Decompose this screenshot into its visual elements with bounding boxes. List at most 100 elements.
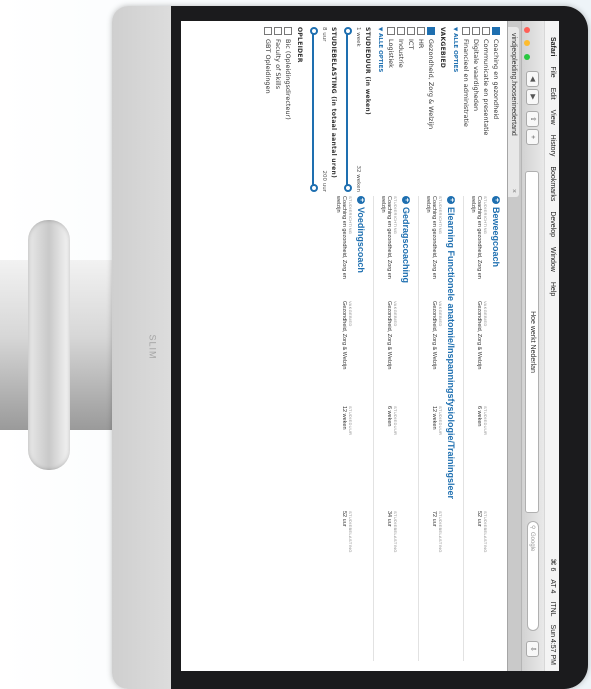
filter-checkbox[interactable]: Gezondheid, Zorg & Welzijn — [426, 27, 436, 192]
more-options-link[interactable]: ▼ ALLE OPTIES — [452, 27, 458, 192]
filter-checkbox[interactable]: Digitale vaardigheden — [471, 27, 481, 192]
divider — [373, 196, 374, 661]
menu-view[interactable]: View — [545, 110, 559, 125]
checkbox[interactable] — [387, 27, 395, 35]
checkbox[interactable] — [462, 27, 470, 35]
checkbox-checked[interactable] — [492, 27, 500, 35]
menu-file[interactable]: File — [545, 66, 559, 77]
add-button[interactable]: + — [526, 129, 539, 145]
filter-label: Faculty of Skills — [274, 39, 282, 90]
course-title[interactable]: Beweegcoach — [491, 207, 501, 267]
studiebelasting-slider[interactable]: 8 uur 200 uur — [309, 27, 327, 192]
detail-value: 6 weken — [386, 406, 392, 427]
filter-checkbox[interactable]: GBT Opleidingen — [263, 27, 273, 192]
course-title-link[interactable]: + Elearning Functionele anatomie/Inspanni… — [446, 196, 456, 661]
course-title-link[interactable]: + Gedragscoaching — [401, 196, 411, 661]
close-window-button[interactable] — [524, 27, 530, 33]
detail-value: Gezondheid, Zorg & Welzijn — [431, 301, 437, 370]
detail-value: 6 weken — [476, 406, 482, 427]
back-button[interactable]: ◀ — [526, 71, 539, 87]
status-item-1[interactable]: ⌘ 6 — [545, 559, 559, 572]
filter-checkbox[interactable]: Logistiek — [386, 27, 396, 192]
menu-app-name[interactable]: Safari — [545, 37, 559, 56]
filter-checkbox[interactable]: ICT — [406, 27, 416, 192]
search-input[interactable]: ⚲ Google — [527, 521, 539, 631]
forward-button[interactable]: ▶ — [526, 89, 539, 105]
detail-label: STUDIEDUUR — [393, 406, 398, 436]
menu-history[interactable]: History — [545, 135, 559, 157]
menu-develop[interactable]: Develop — [545, 211, 559, 237]
slider-max-handle[interactable] — [344, 184, 352, 192]
clock[interactable]: Sun 4:57 PM — [545, 625, 559, 665]
filter-label: Coaching en gezondheid — [492, 39, 500, 120]
checkbox[interactable] — [417, 27, 425, 35]
detail-label: VAKGEBIED — [348, 301, 353, 327]
status-item-2[interactable]: AT 4 — [545, 579, 559, 593]
filter-checkbox[interactable]: Communicatie en presentatie — [481, 27, 491, 192]
filter-checkbox[interactable]: Faculty of Skills — [273, 27, 283, 192]
filter-checkbox[interactable]: Coaching en gezondheid — [491, 27, 501, 192]
downloads-button[interactable]: ⇩ — [526, 641, 539, 657]
detail-studierichting: STUDIERICHTING Coaching en gezondheid, Zo… — [425, 196, 443, 301]
slider-track[interactable] — [312, 31, 314, 188]
detail-value: 12 weken — [431, 406, 437, 430]
detail-label: STUDIEBELASTING — [483, 511, 488, 553]
checkbox[interactable] — [472, 27, 480, 35]
studieduur-slider[interactable]: 1 week 32 weken — [343, 27, 361, 192]
filter-label: Communicatie en presentatie — [482, 39, 490, 136]
filter-checkbox[interactable]: Bic (Opleidingsdirecteur) — [283, 27, 293, 192]
filter-checkbox[interactable]: HR — [416, 27, 426, 192]
menu-edit[interactable]: Edit — [545, 88, 559, 100]
course-title-link[interactable]: + Beweegcoach — [491, 196, 501, 661]
checkbox[interactable] — [397, 27, 405, 35]
menu-help[interactable]: Help — [545, 282, 559, 296]
filter-checkbox[interactable]: Industrie — [396, 27, 406, 192]
course-title[interactable]: Elearning Functionele anatomie/Inspannin… — [446, 207, 456, 499]
monitor-brand-label: SLIM — [147, 334, 158, 360]
course-title[interactable]: Gedragscoaching — [401, 207, 411, 283]
menu-bookmarks[interactable]: Bookmarks — [545, 166, 559, 201]
plus-icon[interactable]: + — [357, 196, 365, 204]
filter-label: Industrie — [397, 39, 405, 68]
course-details: STUDIERICHTING Coaching en gezondheid, Zo… — [425, 196, 443, 661]
zoom-window-button[interactable] — [524, 53, 530, 60]
address-bar[interactable]: Hoe werkt Nederlan — [525, 171, 539, 513]
checkbox-checked[interactable] — [427, 27, 435, 35]
plus-icon[interactable]: + — [447, 196, 455, 204]
checkbox[interactable] — [274, 27, 282, 35]
share-button[interactable]: ⇧ — [526, 111, 539, 127]
checkbox[interactable] — [482, 27, 490, 35]
checkbox[interactable] — [407, 27, 415, 35]
detail-studiebelasting: STUDIEBELASTING 34 uur — [380, 511, 398, 616]
detail-label: VAKGEBIED — [438, 301, 443, 327]
status-item-3[interactable]: ITNL — [545, 601, 559, 616]
filter-sidebar: Coaching en gezondheid Communicatie en p… — [181, 27, 507, 192]
detail-value: Coaching en gezondheid, Zorg en welzijn — [425, 196, 437, 279]
menu-window[interactable]: Window — [545, 247, 559, 272]
course-title[interactable]: Voedingscoach — [356, 207, 366, 273]
slider-max-handle[interactable] — [310, 184, 318, 192]
more-options-link[interactable]: ▼ ALLE OPTIES — [377, 27, 383, 192]
filter-label: ICT — [407, 39, 415, 50]
more-options-label: ALLE OPTIES — [452, 33, 458, 73]
plus-icon[interactable]: + — [492, 196, 500, 204]
browser-toolbar: ◀ ▶ ⇧ + Hoe werkt Nederlan ⚲ Google ⇩ — [521, 21, 544, 671]
detail-value: 52 uur — [476, 511, 482, 527]
plus-icon[interactable]: + — [402, 196, 410, 204]
filter-checkbox[interactable]: Financieel en administratie — [461, 27, 471, 192]
detail-studierichting: STUDIERICHTING Coaching en gezondheid, Zo… — [380, 196, 398, 301]
tab-active[interactable]: vindjeopleiding.hooserinedertand × — [508, 27, 519, 197]
course-title-link[interactable]: + Voedingscoach — [356, 196, 366, 661]
close-tab-icon[interactable]: × — [508, 189, 519, 193]
more-options-label: ALLE OPTIES — [377, 33, 383, 73]
slider-min-handle[interactable] — [310, 27, 318, 35]
detail-studieduur: STUDIEDUUR 6 weken — [380, 406, 398, 511]
detail-value: Coaching en gezondheid, Zorg en welzijn — [335, 196, 347, 279]
slider-track[interactable] — [346, 31, 348, 188]
checkbox[interactable] — [264, 27, 272, 35]
minimize-window-button[interactable] — [524, 40, 530, 47]
checkbox[interactable] — [284, 27, 292, 35]
web-page: Coaching en gezondheid Communicatie en p… — [181, 21, 507, 671]
slider-min-handle[interactable] — [344, 27, 352, 35]
tab-bar: vindjeopleiding.hooserinedertand × — [507, 21, 521, 671]
